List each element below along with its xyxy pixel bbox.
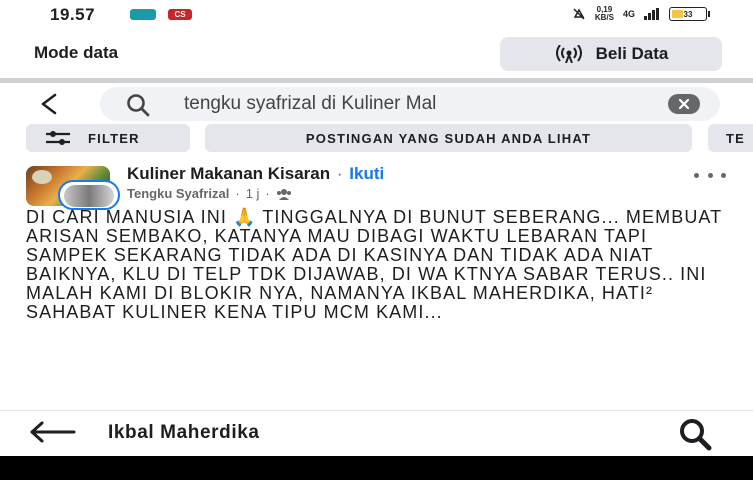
chevron-left-icon: [41, 93, 57, 115]
search-icon[interactable]: [678, 417, 712, 451]
post-meta: Tengku Syafrizal · 1 j ·: [127, 186, 292, 201]
group-name-link[interactable]: Kuliner Makanan Kisaran: [127, 164, 330, 183]
alarm-off-icon: [573, 8, 585, 20]
status-time: 19.57: [50, 5, 96, 24]
status-bar: 19.57 CS 0,19 KB/S 4G 33: [0, 0, 753, 30]
members-icon: [276, 188, 291, 200]
post-group-line: Kuliner Makanan Kisaran · Ikuti: [127, 164, 384, 184]
back-button[interactable]: [36, 91, 62, 117]
follow-button[interactable]: Ikuti: [349, 164, 384, 183]
filter-chips: FILTER POSTINGAN YANG SUDAH ANDA LIHAT T…: [0, 124, 753, 154]
signal-icon: [644, 8, 659, 20]
network-speed: 0,19 KB/S: [595, 6, 614, 22]
more-dot: [721, 172, 726, 178]
author-avatar-image: [64, 185, 114, 207]
search-box[interactable]: [100, 87, 720, 121]
broadcast-icon: [555, 45, 582, 63]
next-chip[interactable]: TE: [708, 124, 753, 152]
search-header: [0, 83, 753, 125]
speed-unit: KB/S: [594, 13, 614, 22]
system-navigation-bar: [0, 456, 753, 480]
filter-chip[interactable]: FILTER: [26, 124, 190, 152]
battery-fill: [672, 10, 683, 18]
battery-percent: 33: [683, 9, 693, 19]
bottom-header: Ikbal Maherdika: [0, 410, 753, 456]
post-card: Kuliner Makanan Kisaran · Ikuti Tengku S…: [0, 156, 753, 410]
status-indicators: 0,19 KB/S 4G 33: [572, 6, 710, 22]
buy-data-button[interactable]: Beli Data: [500, 37, 722, 71]
search-icon: [127, 94, 150, 117]
close-icon: [678, 98, 690, 110]
separator-dot: ·: [235, 186, 240, 201]
profile-title: Ikbal Maherdika: [108, 422, 260, 443]
post-body-text: DI CARI MANUSIA INI 🙏 TINGGALNYA DI BUNU…: [26, 207, 722, 322]
messaging-app-icon: [130, 9, 156, 20]
group-avatar-detail: [32, 170, 52, 184]
cs-app-icon: CS: [168, 9, 192, 20]
buy-data-label: Beli Data: [595, 44, 669, 63]
filter-sliders-icon: [46, 131, 70, 145]
battery-icon: 33: [669, 7, 710, 21]
seen-posts-chip[interactable]: POSTINGAN YANG SUDAH ANDA LIHAT: [205, 124, 692, 152]
author-name-link[interactable]: Tengku Syafrizal: [127, 186, 229, 201]
more-dot: [707, 172, 713, 178]
data-mode-title: Mode data: [34, 43, 119, 62]
network-type: 4G: [622, 9, 635, 19]
more-dot: [694, 172, 699, 178]
search-input[interactable]: [184, 92, 664, 116]
clear-search-button[interactable]: [668, 94, 700, 114]
filter-chip-label: FILTER: [88, 130, 140, 146]
post-more-button[interactable]: [690, 168, 730, 182]
next-chip-label: TE: [726, 130, 746, 146]
separator-dot: ·: [265, 186, 270, 201]
seen-posts-chip-label: POSTINGAN YANG SUDAH ANDA LIHAT: [305, 130, 592, 146]
post-time[interactable]: 1 j: [246, 186, 260, 201]
data-mode-bar: Mode data Beli Data: [0, 30, 753, 78]
author-avatar[interactable]: [58, 180, 120, 210]
arrow-left-icon[interactable]: [28, 421, 76, 443]
separator-dot: ·: [336, 164, 343, 183]
